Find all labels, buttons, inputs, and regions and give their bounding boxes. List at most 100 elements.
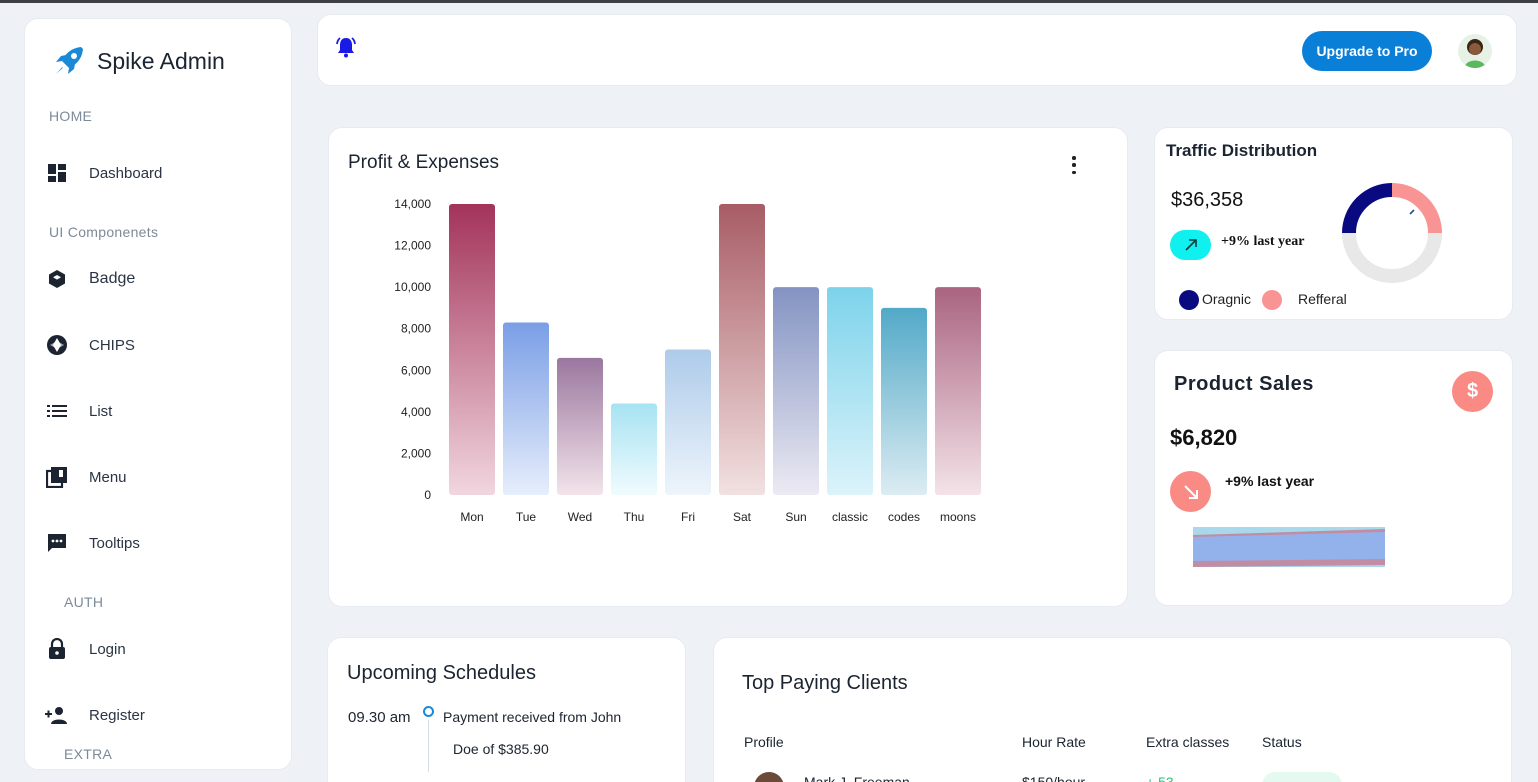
- sidebar-item-label: Register: [89, 706, 145, 724]
- x-tick-label: Tue: [516, 510, 537, 524]
- x-tick-label: Fri: [681, 510, 695, 524]
- bar-mon[interactable]: [449, 204, 495, 495]
- section-extra: EXTRA: [64, 746, 113, 762]
- bar-thu[interactable]: [611, 403, 657, 495]
- bar-codes[interactable]: [881, 307, 927, 495]
- y-tick-label: 12,000: [394, 239, 431, 253]
- library-icon: [45, 465, 69, 489]
- timeline-dot: [423, 706, 434, 717]
- sales-amount: $6,820: [1170, 425, 1238, 450]
- lock-icon: [45, 637, 69, 661]
- section-ui-components: UI Componenets: [49, 224, 159, 240]
- profit-expenses-chart: 0 2,000 4,000 6,000 8,000 10,000 12,000 14,000 M…: [394, 197, 981, 524]
- donut-remaining-segment: [1342, 232, 1442, 283]
- bar-fri[interactable]: [665, 349, 711, 496]
- traffic-title: Traffic Distribution: [1166, 141, 1318, 160]
- profit-expenses-card: Profit & Expenses 0 2,000 4,000 6,000 8,000 1…: [328, 127, 1128, 607]
- trend-down-icon: [1170, 471, 1211, 512]
- x-tick-label: codes: [888, 510, 920, 524]
- sidebar-item-badge[interactable]: Badge: [45, 265, 135, 293]
- dashboard-icon: [45, 161, 69, 185]
- aperture-icon: [45, 333, 69, 357]
- client-extra: + 53: [1146, 774, 1174, 782]
- bar-moons[interactable]: [935, 287, 981, 495]
- upcoming-schedules-card: Upcoming Schedules 09.30 am Payment rece…: [327, 637, 686, 782]
- column-header-profile[interactable]: Profile: [744, 734, 784, 750]
- add-user-icon: [45, 703, 69, 727]
- schedules-title: Upcoming Schedules: [347, 662, 536, 684]
- list-icon: [45, 399, 69, 423]
- y-tick-label: 6,000: [401, 363, 431, 377]
- product-sales-card: Product Sales $ $6,820 +9% last year: [1154, 350, 1513, 606]
- x-tick-label: Sat: [733, 510, 752, 524]
- legend-referral-swatch: [1262, 290, 1282, 310]
- traffic-change: +9% last year: [1221, 234, 1305, 249]
- x-tick-label: moons: [940, 510, 976, 524]
- legend-organic-label: Oragnic: [1202, 291, 1252, 307]
- schedule-text: Payment received from John: [443, 709, 622, 725]
- x-tick-label: Wed: [568, 510, 592, 524]
- top-header: Upgrade to Pro: [317, 14, 1517, 86]
- bar-tue[interactable]: [503, 322, 549, 495]
- sidebar-item-chips[interactable]: CHIPS: [45, 331, 135, 359]
- traffic-distribution-card: Traffic Distribution $36,358 +9% last ye…: [1154, 127, 1513, 320]
- schedule-subtext: Doe of $385.90: [453, 741, 549, 757]
- section-home: HOME: [49, 108, 93, 124]
- sidebar-item-label: Badge: [89, 270, 136, 287]
- rocket-logo-icon: [56, 47, 83, 74]
- cube-icon: [45, 267, 69, 291]
- sidebar-item-tooltips[interactable]: Tooltips: [45, 529, 140, 557]
- donut-organic-segment: [1342, 183, 1393, 234]
- column-header-status[interactable]: Status: [1262, 734, 1302, 750]
- x-tick-label: Sun: [785, 510, 806, 524]
- window-top-border: [0, 0, 1538, 3]
- column-header-hour-rate[interactable]: Hour Rate: [1022, 734, 1086, 750]
- sidebar-item-label: List: [89, 402, 113, 420]
- notification-bell-icon[interactable]: [334, 35, 358, 64]
- client-name: Mark J. Freeman: [804, 774, 910, 782]
- legend-referral-label: Refferal: [1298, 291, 1347, 307]
- sidebar-item-list[interactable]: List: [45, 397, 112, 425]
- dollar-icon: $: [1452, 371, 1493, 412]
- sidebar-item-register[interactable]: Register: [45, 701, 145, 729]
- legend-organic-swatch: [1179, 290, 1199, 310]
- traffic-donut-chart: [1342, 183, 1442, 283]
- donut-cursor-mark: [1409, 209, 1415, 215]
- brand-name: Spike Admin: [97, 47, 225, 74]
- user-avatar[interactable]: [1458, 34, 1492, 68]
- upgrade-to-pro-button[interactable]: Upgrade to Pro: [1302, 31, 1432, 71]
- x-tick-label: classic: [832, 510, 868, 524]
- y-tick-label: 2,000: [401, 446, 431, 460]
- schedule-time: 09.30 am: [348, 709, 411, 726]
- column-header-extra-classes[interactable]: Extra classes: [1146, 734, 1229, 750]
- product-sales-title: Product Sales: [1174, 373, 1314, 395]
- sidebar-item-label: Login: [89, 640, 126, 658]
- y-tick-label: 4,000: [401, 405, 431, 419]
- top-paying-clients-card: Top Paying Clients Profile Hour Rate Ext…: [713, 637, 1512, 782]
- status-badge: [1262, 772, 1342, 782]
- client-rate: $150/hour: [1022, 774, 1086, 782]
- x-tick-label: Mon: [460, 510, 483, 524]
- sidebar-item-dashboard[interactable]: Dashboard: [45, 159, 162, 187]
- sidebar-item-label: Menu: [89, 468, 127, 486]
- x-tick-label: Thu: [624, 510, 645, 524]
- sidebar-item-label: Dashboard: [89, 164, 163, 182]
- bar-sat[interactable]: [719, 204, 765, 495]
- bar-wed[interactable]: [557, 357, 603, 495]
- bar-classic[interactable]: [827, 287, 873, 495]
- bar-sun[interactable]: [773, 287, 819, 495]
- sidebar-item-menu[interactable]: Menu: [45, 463, 127, 491]
- y-tick-label: 0: [424, 488, 431, 502]
- y-tick-label: 14,000: [394, 197, 431, 211]
- section-auth: AUTH: [64, 594, 104, 610]
- trend-up-icon: [1170, 230, 1211, 260]
- sidebar-item-login[interactable]: Login: [45, 635, 126, 663]
- chat-icon: [45, 531, 69, 555]
- sales-sparkline-chart: [1193, 527, 1385, 567]
- clients-title: Top Paying Clients: [742, 672, 908, 694]
- brand[interactable]: Spike Admin: [51, 43, 225, 79]
- sales-change: +9% last year: [1225, 473, 1315, 489]
- sidebar-item-label: CHIPS: [89, 336, 135, 354]
- timeline-line: [428, 720, 429, 772]
- client-avatar: [754, 772, 784, 782]
